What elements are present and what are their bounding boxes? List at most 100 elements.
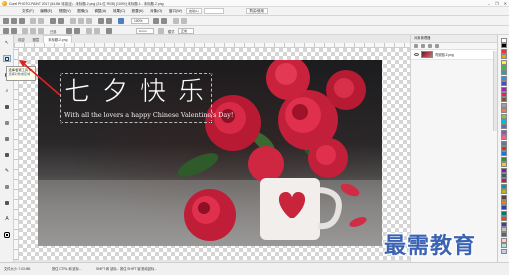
color-swatch[interactable] — [501, 38, 507, 43]
grid-icon[interactable] — [181, 18, 187, 24]
visibility-eye-icon[interactable] — [414, 53, 419, 56]
mode-field[interactable]: 正常 — [178, 27, 194, 34]
color-swatch[interactable] — [501, 162, 507, 168]
color-swatch[interactable] — [501, 243, 507, 249]
antialias-icon[interactable] — [74, 27, 80, 34]
color-swatch[interactable] — [501, 156, 507, 162]
new-object-icon[interactable] — [414, 44, 418, 48]
color-swatch[interactable] — [501, 189, 507, 195]
color-swatch[interactable] — [501, 124, 507, 130]
menu-file[interactable]: 文件(F) — [22, 9, 34, 14]
color-swatch[interactable] — [501, 173, 507, 178]
menu-adjust[interactable]: 调整(A) — [94, 9, 106, 14]
buy-button[interactable]: 购买/使用 — [245, 8, 268, 14]
crop-icon[interactable] — [98, 18, 104, 24]
lock-icon[interactable] — [94, 27, 100, 34]
layer-row[interactable]: 背景图-2.png — [411, 50, 497, 60]
color-swatch[interactable] — [501, 135, 507, 141]
color-swatch[interactable] — [501, 167, 507, 173]
color-swatch[interactable] — [501, 200, 507, 205]
color-swatch[interactable] — [501, 86, 507, 92]
color-swatch[interactable] — [501, 227, 507, 232]
color-swatch[interactable] — [501, 178, 507, 184]
feather-icon[interactable] — [66, 27, 72, 34]
options-icon[interactable] — [173, 18, 179, 24]
launcher-button[interactable]: 启动(L) — [186, 8, 202, 14]
color-swatch[interactable] — [501, 129, 507, 135]
color-swatch[interactable] — [501, 70, 507, 76]
preset-icon[interactable] — [3, 27, 9, 34]
menu-edit[interactable]: 编辑(E) — [40, 9, 52, 14]
launcher-dropdown[interactable] — [203, 8, 224, 14]
zoom-fit-icon[interactable] — [153, 18, 159, 24]
new-icon[interactable] — [3, 18, 9, 24]
color-swatch[interactable] — [501, 140, 507, 146]
redo-icon[interactable] — [38, 18, 44, 24]
resize-handle[interactable] — [59, 72, 62, 75]
subline-text[interactable]: With all the lovers a happy Chinese Vale… — [64, 111, 233, 119]
export-icon[interactable] — [58, 18, 64, 24]
resize-handle[interactable] — [210, 121, 213, 124]
close-button[interactable]: ✕ — [504, 0, 507, 7]
zoom-icon[interactable] — [118, 18, 124, 24]
zoom-level-field[interactable]: 100% — [131, 18, 149, 24]
color-swatch[interactable] — [501, 221, 507, 227]
tab-welcome[interactable]: 欢迎 — [14, 36, 29, 43]
effect-tool-icon[interactable] — [3, 183, 11, 190]
zoom-100-icon[interactable] — [161, 18, 167, 24]
color-swatch[interactable] — [501, 146, 507, 151]
merge-icon[interactable] — [428, 44, 432, 48]
color-swatch[interactable] — [501, 183, 507, 189]
color-swatch[interactable] — [501, 59, 507, 65]
color-swatch-icon[interactable] — [3, 231, 11, 238]
color-swatch[interactable] — [501, 75, 507, 81]
menu-mask[interactable]: 遮罩(K) — [132, 9, 144, 14]
resize-handle[interactable] — [59, 121, 62, 124]
red-eye-tool-icon[interactable] — [3, 135, 11, 142]
color-swatch[interactable] — [501, 108, 507, 114]
color-swatch[interactable] — [501, 113, 507, 119]
color-swatch[interactable] — [501, 237, 507, 243]
rectangle-mask-tool-icon[interactable] — [3, 55, 11, 62]
resample-icon[interactable] — [106, 18, 112, 24]
rectangle-mode-icon[interactable] — [22, 27, 28, 34]
lock-object-icon[interactable] — [435, 44, 439, 48]
text-tool-icon[interactable]: A — [3, 215, 11, 222]
paste-icon[interactable] — [86, 18, 92, 24]
cut-icon[interactable] — [70, 18, 76, 24]
menu-view[interactable]: 视图(V) — [59, 9, 71, 14]
headline-text[interactable]: 七夕快乐 — [64, 71, 216, 108]
delete-object-icon[interactable] — [421, 44, 425, 48]
minimize-button[interactable]: – — [488, 0, 490, 7]
menu-effects[interactable]: 效果(C) — [113, 9, 125, 14]
undo-icon[interactable] — [30, 18, 36, 24]
color-swatch[interactable] — [501, 248, 507, 254]
color-swatch[interactable] — [501, 97, 507, 103]
color-swatch[interactable] — [501, 54, 507, 60]
save-icon[interactable] — [19, 18, 25, 24]
color-swatch[interactable] — [501, 216, 507, 222]
zoom-tool-icon[interactable]: ⌕ — [3, 87, 11, 94]
eraser-tool-icon[interactable] — [3, 119, 11, 126]
snap-icon[interactable] — [86, 27, 92, 34]
fill-tool-icon[interactable] — [3, 199, 11, 206]
clone-tool-icon[interactable] — [3, 151, 11, 158]
mode-icon[interactable] — [11, 27, 17, 34]
color-swatch[interactable] — [501, 194, 507, 200]
menu-image[interactable]: 图像(I) — [77, 9, 88, 14]
color-swatch[interactable] — [501, 48, 507, 54]
menu-window[interactable]: 窗口(W) — [169, 9, 182, 14]
import-icon[interactable] — [50, 18, 56, 24]
color-swatch[interactable] — [501, 210, 507, 216]
color-swatch[interactable] — [501, 102, 507, 108]
color-swatch[interactable] — [501, 232, 507, 238]
pick-tool-icon[interactable]: ↖ — [3, 39, 11, 46]
copy-icon[interactable] — [78, 18, 84, 24]
color-swatch[interactable] — [501, 205, 507, 211]
eyedropper-tool-icon[interactable] — [3, 103, 11, 110]
maximize-button[interactable]: ❐ — [495, 0, 499, 7]
open-icon[interactable] — [11, 18, 17, 24]
brush-size-icon[interactable] — [106, 27, 112, 34]
color-swatch[interactable] — [501, 151, 507, 157]
color-swatch[interactable] — [501, 81, 507, 87]
